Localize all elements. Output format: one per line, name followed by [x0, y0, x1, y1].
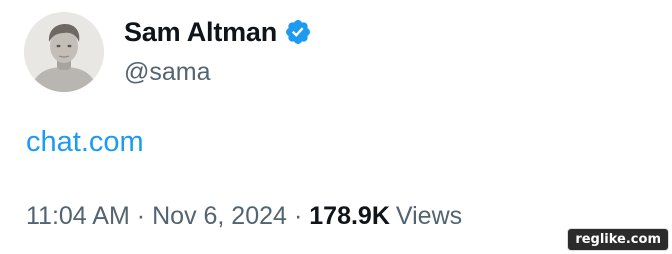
- tweet-meta: 11:04 AM · Nov 6, 2024 · 178.9K Views: [26, 202, 462, 231]
- watermark: reglike.com: [567, 228, 669, 251]
- author-handle[interactable]: @sama: [124, 58, 211, 87]
- author-display-name[interactable]: Sam Altman: [124, 17, 277, 48]
- views-label: Views: [395, 202, 463, 230]
- tweet-time[interactable]: 11:04 AM: [26, 202, 130, 231]
- views-count[interactable]: 178.9K: [309, 202, 390, 231]
- meta-separator: ·: [293, 202, 303, 230]
- profile-photo-icon: [24, 12, 104, 92]
- tweet-date[interactable]: Nov 6, 2024: [152, 202, 287, 231]
- tweet-card: Sam Altman @sama chat.com 11:04 AM · Nov…: [0, 0, 672, 254]
- author-name-row: Sam Altman: [124, 14, 312, 50]
- meta-separator: ·: [136, 202, 146, 230]
- verified-badge-icon[interactable]: [284, 18, 312, 46]
- avatar[interactable]: [24, 12, 104, 92]
- tweet-link[interactable]: chat.com: [26, 126, 144, 159]
